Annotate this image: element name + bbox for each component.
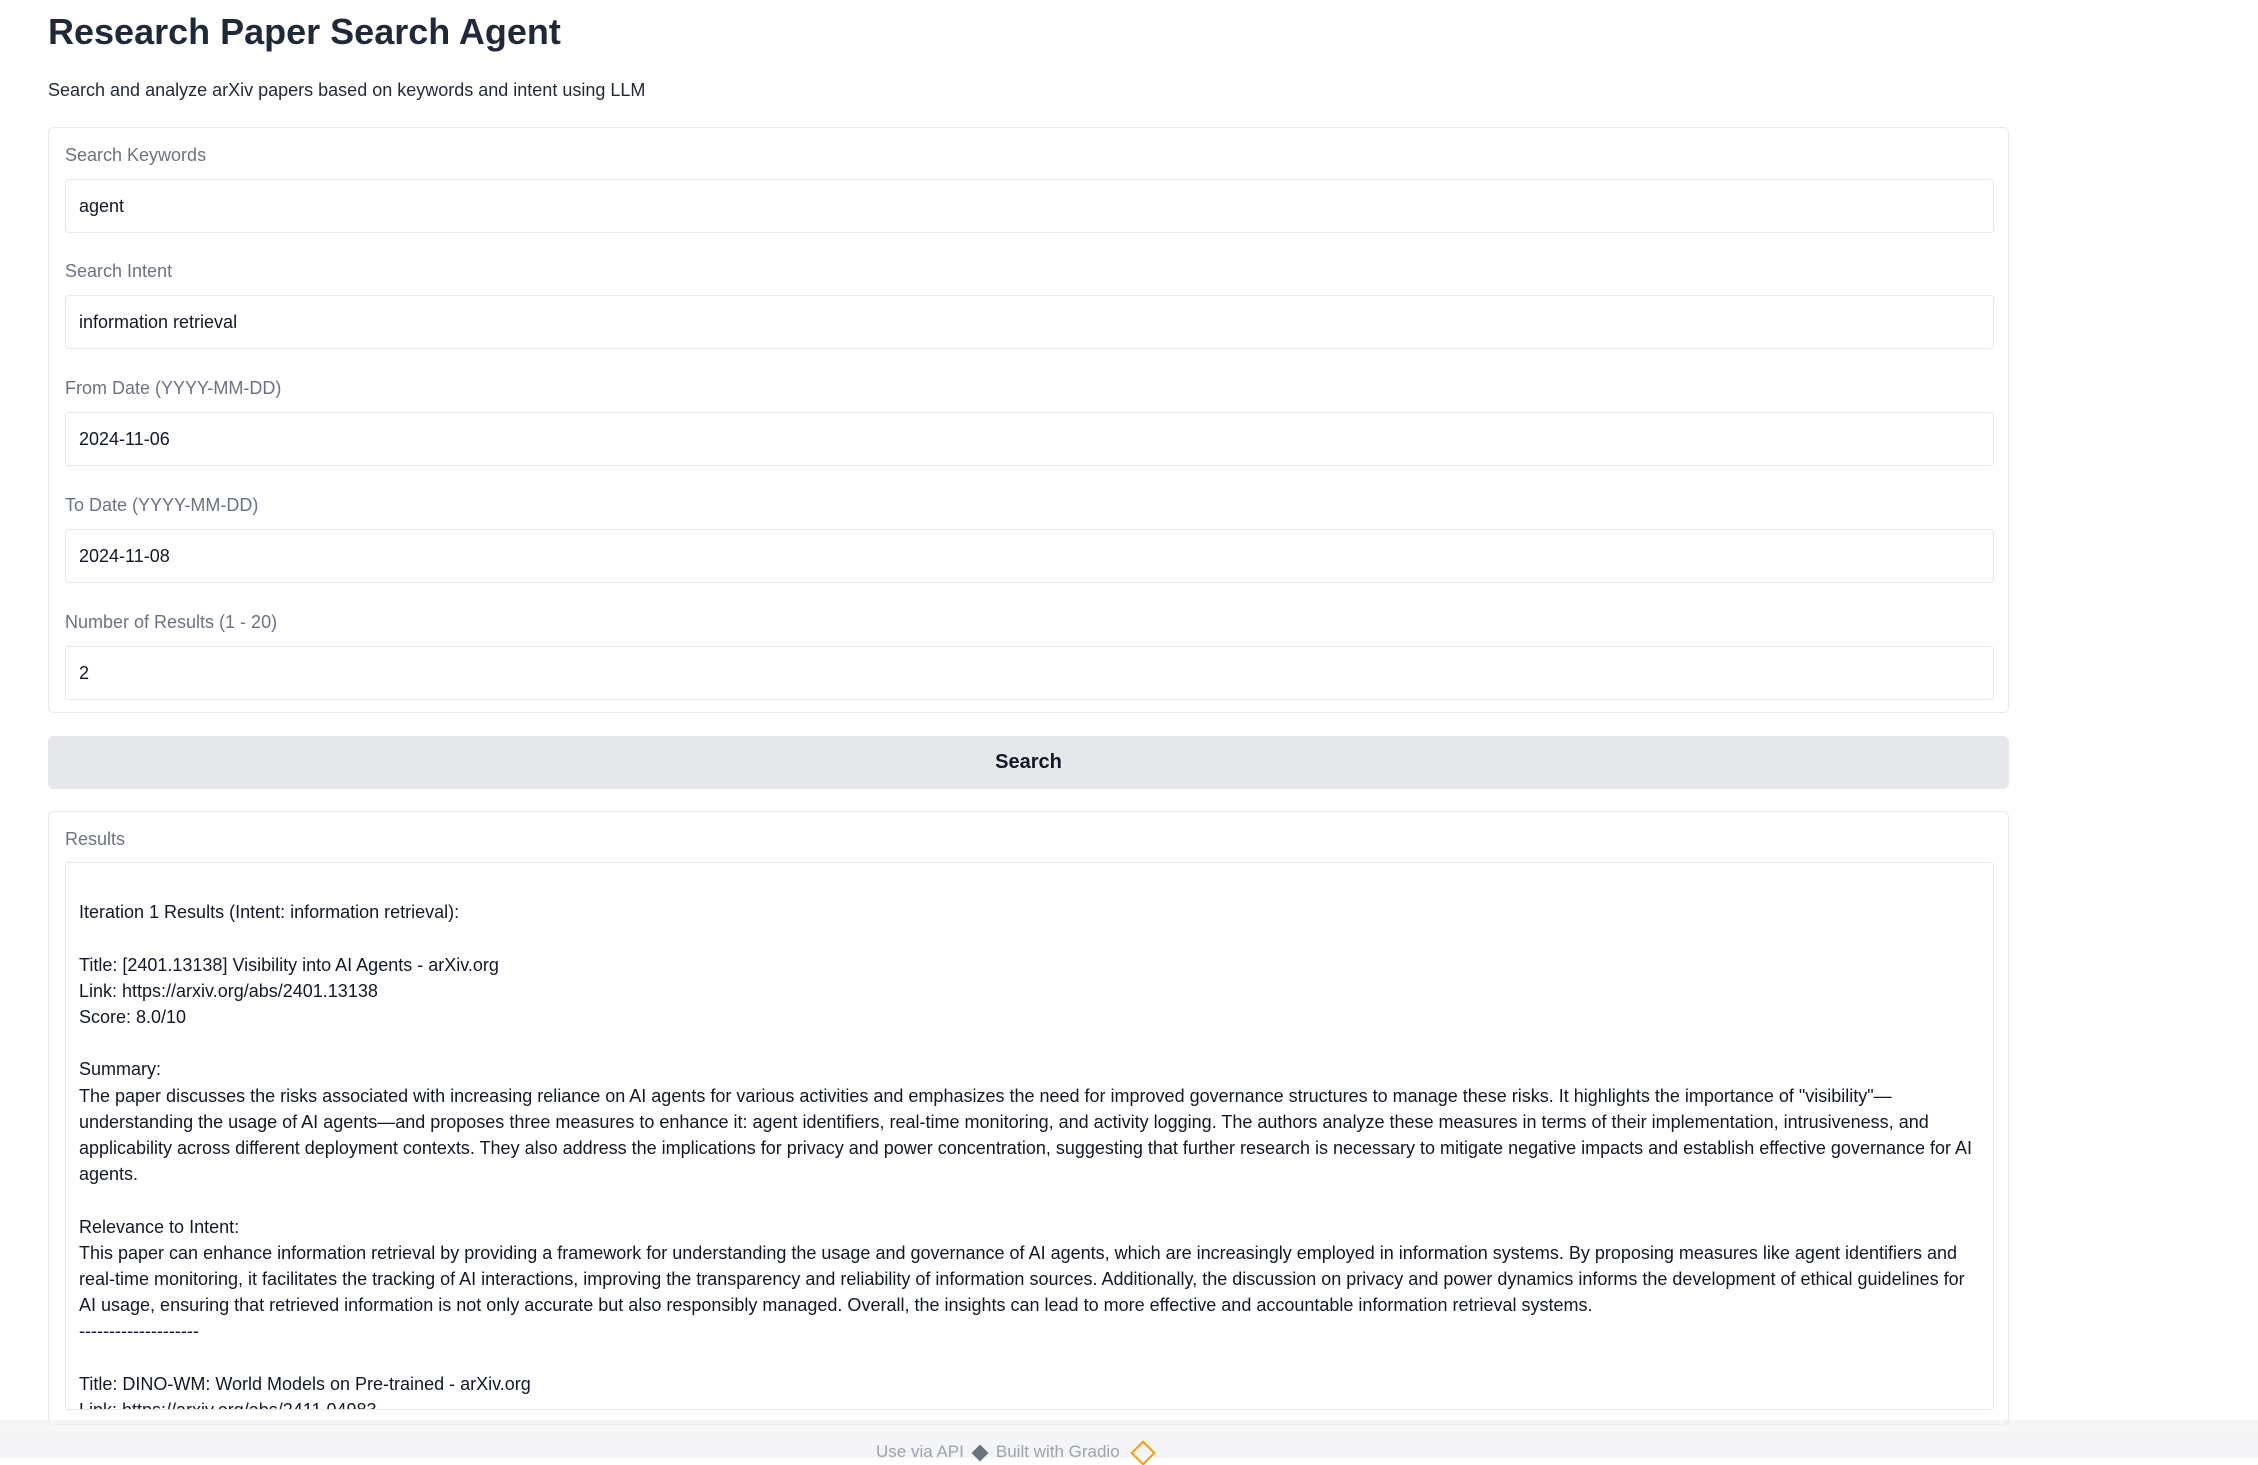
- page-subtitle: Search and analyze arXiv papers based on…: [48, 80, 646, 100]
- to-date-input[interactable]: [65, 529, 1994, 583]
- results-label: Results: [65, 829, 126, 849]
- from-date-label: From Date (YYYY-MM-DD): [65, 378, 282, 398]
- search-form-panel: Search Keywords Search Intent From Date …: [48, 127, 2009, 713]
- page-title: Research Paper Search Agent: [48, 11, 561, 52]
- results-panel: Results Iteration 1 Results (Intent: inf…: [48, 811, 2009, 1425]
- search-button[interactable]: Search: [48, 736, 2009, 789]
- results-textarea[interactable]: Iteration 1 Results (Intent: information…: [65, 862, 1994, 1410]
- built-with-gradio-link[interactable]: Built with Gradio: [996, 1442, 1120, 1461]
- intent-input[interactable]: [65, 295, 1994, 349]
- use-via-api-link[interactable]: Use via API: [876, 1442, 964, 1461]
- intent-label: Search Intent: [65, 261, 173, 281]
- num-results-label: Number of Results (1 - 20): [65, 612, 278, 632]
- to-date-label: To Date (YYYY-MM-DD): [65, 495, 259, 515]
- rocket-icon: [971, 1444, 989, 1462]
- gradio-logo-icon: [1129, 1439, 1156, 1465]
- footer: Use via API Built with Gradio: [0, 1420, 2258, 1465]
- keywords-input[interactable]: [65, 179, 1994, 233]
- num-results-input[interactable]: [65, 646, 1994, 700]
- from-date-input[interactable]: [65, 412, 1994, 466]
- keywords-label: Search Keywords: [65, 145, 207, 165]
